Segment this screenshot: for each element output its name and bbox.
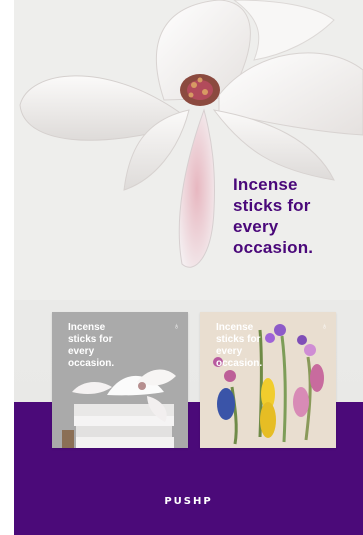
headline-line-4: occasion. [233, 238, 314, 257]
card-right-line-4: occasion. [216, 358, 263, 369]
card-left-text: Incense sticks for every occasion. [68, 322, 114, 370]
card-left-line-4: occasion. [68, 358, 115, 369]
card-left-line-2: sticks for [68, 334, 113, 345]
card-left-line-3: every [68, 346, 95, 357]
card-books-flower[interactable]: Incense sticks for every occasion. ♁ [52, 312, 188, 448]
brand-logo: PUSHP [164, 496, 213, 507]
card-right-line-1: Incense [216, 322, 254, 333]
headline-line-2: sticks for [233, 196, 311, 215]
headline: Incense sticks for every occasion. [233, 174, 363, 258]
card-wildflowers[interactable]: Incense sticks for every occasion. ♁ [200, 312, 336, 448]
card-right-text: Incense sticks for every occasion. [216, 322, 262, 370]
poster: Incense sticks for every occasion. Incen… [14, 0, 363, 535]
card-right-line-3: every [216, 346, 243, 357]
headline-line-3: every [233, 217, 279, 236]
card-left-line-1: Incense [68, 322, 106, 333]
page: Incense sticks for every occasion. Incen… [0, 0, 363, 535]
headline-line-1: Incense [233, 175, 298, 194]
card-right-logo-icon: ♁ [321, 321, 328, 331]
card-left-logo-icon: ♁ [173, 321, 180, 331]
card-right-line-2: sticks for [216, 334, 261, 345]
